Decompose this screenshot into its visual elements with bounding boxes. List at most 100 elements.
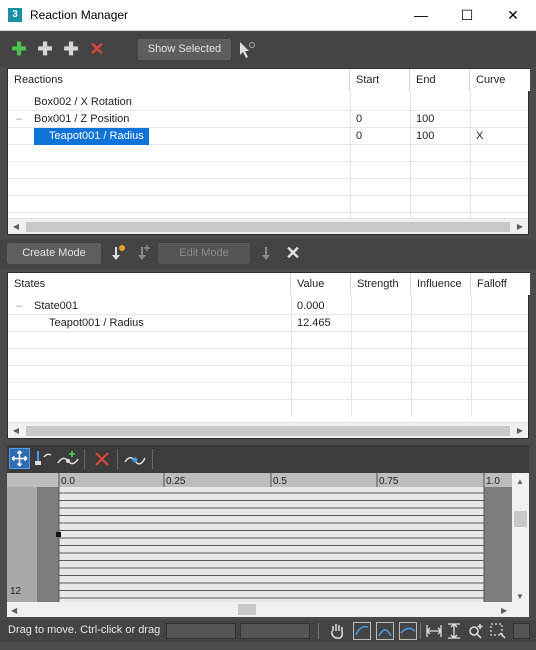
hscroll-thumb[interactable]: [238, 604, 256, 615]
toolbar-separator: [117, 449, 118, 469]
curve-graph[interactable]: 0.0 0.25 0.5 0.75 1.0 12 ▲ ▼ ◀ ▶: [7, 473, 529, 617]
state-row[interactable]: Teapot001 / Radius 12.465: [8, 315, 528, 332]
status-field-y[interactable]: [240, 623, 310, 639]
add-reaction-icon[interactable]: ✚: [9, 39, 29, 59]
reaction-curve[interactable]: X: [476, 128, 483, 145]
add-output-icon[interactable]: ✚: [61, 39, 81, 59]
status-field-extra[interactable]: [513, 623, 530, 639]
empty-row: [8, 349, 528, 366]
zoom-vertical-icon[interactable]: [445, 622, 463, 640]
toolbar-separator: [152, 449, 153, 469]
set-state-icon[interactable]: [258, 244, 276, 262]
delete-point-icon[interactable]: [92, 449, 112, 469]
tree-connector-icon: –: [16, 300, 23, 312]
window-title: Reaction Manager: [30, 8, 129, 22]
empty-row: [8, 383, 528, 400]
curve-type-icon[interactable]: [124, 449, 146, 469]
col-start-header[interactable]: Start: [350, 69, 410, 91]
scroll-left-icon[interactable]: ◀: [11, 606, 18, 615]
edit-mode-button[interactable]: Edit Mode: [158, 243, 250, 264]
scroll-right-icon[interactable]: ▶: [501, 606, 508, 615]
col-states-header[interactable]: States: [8, 273, 291, 295]
show-selected-button[interactable]: Show Selected: [138, 39, 231, 60]
state-name: State001: [34, 300, 79, 312]
frame-values-icon[interactable]: [376, 622, 394, 640]
states-panel: States Value Strength Influence Falloff …: [7, 272, 530, 439]
empty-row: [8, 196, 528, 213]
scroll-down-icon[interactable]: ▼: [516, 592, 524, 601]
move-icon[interactable]: [9, 448, 30, 469]
col-reactions-header[interactable]: Reactions: [8, 69, 350, 91]
zoom-icon[interactable]: [467, 622, 485, 640]
reaction-name: Teapot001 / Radius: [34, 128, 149, 145]
ruler-label: 1.0: [486, 476, 500, 487]
states-hscrollbar[interactable]: ◀ ▶: [8, 422, 528, 438]
scroll-up-icon[interactable]: ▲: [516, 477, 524, 486]
tree-connector-icon: –: [16, 113, 23, 125]
empty-row: [8, 145, 528, 162]
vscroll-thumb[interactable]: [514, 511, 527, 527]
empty-row: [8, 366, 528, 383]
delete-state-icon[interactable]: ✕: [283, 243, 303, 263]
scroll-left-icon[interactable]: ◀: [8, 423, 24, 439]
zoom-region-icon[interactable]: [489, 622, 507, 640]
col-falloff-header[interactable]: Falloff: [471, 273, 530, 295]
state-name: Teapot001 / Radius: [49, 317, 144, 329]
empty-row: [8, 179, 528, 196]
zoom-extents-icon[interactable]: [399, 622, 417, 640]
reactions-toolbar: ✚ ✚ ✚ ✕ Show Selected: [0, 31, 536, 67]
empty-row: [8, 162, 528, 179]
scale-point-icon[interactable]: [33, 449, 53, 469]
scroll-thumb[interactable]: [26, 426, 510, 436]
reaction-row-selected[interactable]: Teapot001 / Radius 0 100 X: [8, 128, 528, 145]
reaction-start[interactable]: 0: [356, 128, 362, 145]
add-controller-icon[interactable]: ✚: [35, 39, 55, 59]
reaction-start[interactable]: 0: [356, 111, 362, 128]
minimize-button[interactable]: —: [398, 0, 444, 31]
reaction-name: Box001 / Z Position: [34, 113, 130, 125]
state-row[interactable]: – State001 0.000: [8, 298, 528, 315]
pick-cursor-icon[interactable]: [238, 41, 256, 59]
curve-editor[interactable]: 0.0 0.25 0.5 0.75 1.0 12 ▲ ▼ ◀ ▶: [7, 473, 529, 617]
toolbar-separator: [420, 623, 421, 639]
col-end-header[interactable]: End: [410, 69, 470, 91]
status-field-x[interactable]: [166, 623, 236, 639]
ruler-label: 0.0: [61, 476, 75, 487]
reaction-end[interactable]: 100: [416, 111, 434, 128]
status-bar: Drag to move. Ctrl-click or drag: [0, 620, 536, 642]
add-point-icon[interactable]: [57, 449, 79, 469]
create-mode-button[interactable]: Create Mode: [7, 243, 101, 264]
reaction-name: Box002 / X Rotation: [34, 96, 132, 108]
reactions-hscrollbar[interactable]: ◀ ▶: [8, 218, 528, 234]
create-state-icon[interactable]: [134, 244, 152, 262]
reaction-row[interactable]: – Box001 / Z Position 0 100: [8, 111, 528, 128]
scroll-right-icon[interactable]: ▶: [512, 423, 528, 439]
toolbar-separator: [84, 449, 85, 469]
scroll-left-icon[interactable]: ◀: [8, 219, 24, 235]
reaction-row[interactable]: Box002 / X Rotation: [8, 94, 528, 111]
append-state-icon[interactable]: [108, 244, 126, 262]
empty-row: [8, 332, 528, 349]
close-button[interactable]: ✕: [490, 0, 536, 31]
col-curve-header[interactable]: Curve: [470, 69, 530, 91]
col-strength-header[interactable]: Strength: [351, 273, 411, 295]
reactions-panel: Reactions Start End Curve Box002 / X Rot…: [7, 68, 530, 235]
delete-icon[interactable]: ✕: [87, 39, 107, 59]
ruler-label: 0.25: [166, 476, 186, 487]
reaction-end[interactable]: 100: [416, 128, 434, 145]
ruler-label: 0.75: [379, 476, 399, 487]
pan-icon[interactable]: [328, 622, 346, 640]
app-icon: 3: [8, 8, 22, 22]
title-bar: 3 Reaction Manager — ☐ ✕: [0, 0, 536, 31]
scroll-right-icon[interactable]: ▶: [512, 219, 528, 235]
col-influence-header[interactable]: Influence: [411, 273, 471, 295]
state-value[interactable]: 0.000: [297, 298, 325, 315]
toolbar-separator: [318, 623, 319, 639]
state-value[interactable]: 12.465: [297, 315, 331, 332]
zoom-horizontal-icon[interactable]: [425, 622, 443, 640]
scroll-thumb[interactable]: [26, 222, 510, 232]
curve-toolbar: [7, 445, 529, 473]
col-value-header[interactable]: Value: [291, 273, 351, 295]
maximize-button[interactable]: ☐: [444, 0, 490, 31]
frame-horizontal-icon[interactable]: [353, 622, 371, 640]
